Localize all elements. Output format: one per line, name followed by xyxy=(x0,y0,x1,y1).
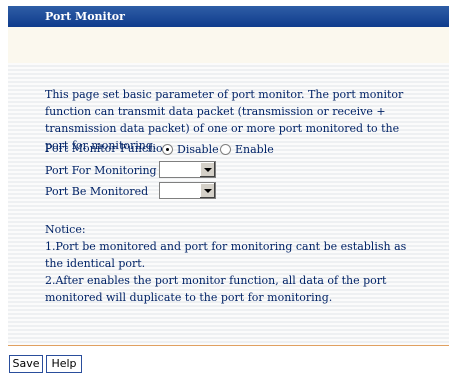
monitored-label: Port Be Monitored xyxy=(45,185,149,198)
port-for-monitoring-select[interactable] xyxy=(159,161,216,178)
enable-label[interactable]: Enable xyxy=(235,143,274,156)
save-button[interactable]: Save xyxy=(9,355,43,373)
disable-label[interactable]: Disable xyxy=(177,143,219,156)
notice-block: Notice: 1.Port be monitored and port for… xyxy=(45,221,425,306)
panel-top-band xyxy=(8,27,449,63)
divider xyxy=(8,345,449,346)
notice-title: Notice: xyxy=(45,223,86,236)
page-header: Port Monitor xyxy=(8,6,449,27)
chevron-down-icon[interactable] xyxy=(199,162,215,177)
disable-radio[interactable] xyxy=(162,144,173,155)
notice-item-1: 1.Port be monitored and port for monitor… xyxy=(45,240,407,270)
monitoring-label: Port For Monitoring xyxy=(45,164,157,177)
help-button[interactable]: Help xyxy=(46,355,82,373)
page-title: Port Monitor xyxy=(45,10,125,23)
function-label: Port Monitor Function xyxy=(45,142,170,155)
notice-item-2: 2.After enables the port monitor functio… xyxy=(45,274,387,304)
chevron-down-icon[interactable] xyxy=(199,183,215,198)
port-be-monitored-select[interactable] xyxy=(159,182,216,199)
enable-radio[interactable] xyxy=(220,144,231,155)
